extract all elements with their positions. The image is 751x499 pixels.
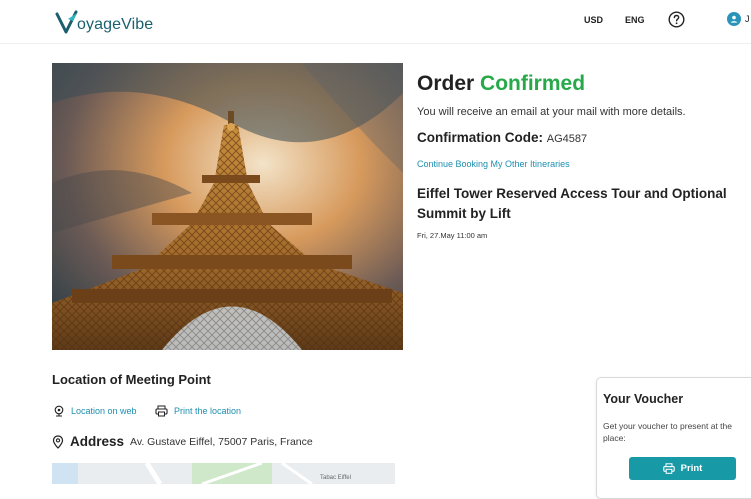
print-voucher-button[interactable]: Print: [629, 457, 736, 480]
webcam-location-icon: [54, 405, 64, 417]
email-info-text: You will receive an email at your mail w…: [417, 106, 686, 118]
order-confirmed-text: Confirmed: [480, 72, 586, 95]
voucher-title: Your Voucher: [603, 392, 684, 406]
tour-title: Eiffel Tower Reserved Access Tour and Op…: [417, 186, 727, 221]
map-label-tabac: Tabac Eiffel: [320, 475, 351, 481]
continue-booking-link[interactable]: Continue Booking My Other Itineraries: [417, 159, 570, 169]
tour-hero-image: [52, 63, 403, 350]
user-menu[interactable]: J: [727, 12, 750, 26]
confirmation-code-value: AG4587: [546, 133, 588, 145]
user-initial: J: [745, 14, 750, 24]
address-label: Address: [70, 434, 125, 449]
print-location-label: Print the location: [174, 406, 242, 416]
help-icon[interactable]: [668, 11, 685, 28]
print-voucher-label: Print: [680, 463, 703, 474]
language-selector[interactable]: ENG: [625, 15, 645, 25]
user-avatar-icon: [727, 12, 741, 26]
confirmation-code-label: Confirmation Code:: [417, 130, 543, 145]
printer-icon: [155, 405, 168, 417]
logo-text: oyageVibe: [77, 16, 154, 33]
logo[interactable]: oyageVibe: [55, 8, 153, 36]
map-pin-icon: [52, 434, 64, 449]
logo-v-icon: [55, 10, 78, 34]
header-divider: [0, 43, 751, 44]
confirmation-code-row: Confirmation Code: AG4587: [417, 130, 587, 145]
address-row: Address Av. Gustave Eiffel, 75007 Paris,…: [52, 434, 313, 449]
order-title-prefix: Order: [417, 72, 481, 95]
print-location-link[interactable]: Print the location: [155, 405, 241, 417]
currency-selector[interactable]: USD: [584, 15, 603, 25]
voucher-description: Get your voucher to present at the place…: [603, 421, 732, 443]
print-icon: [662, 463, 675, 474]
address-value: Av. Gustave Eiffel, 75007 Paris, France: [130, 435, 313, 448]
voucher-card: Your Voucher Get your voucher to present…: [596, 377, 751, 499]
meeting-point-title: Location of Meeting Point: [52, 372, 211, 387]
meeting-map[interactable]: Tabac Eiffel: [52, 463, 395, 484]
location-on-web-link[interactable]: Location on web: [53, 405, 137, 417]
order-title: Order Confirmed: [417, 72, 585, 96]
tour-date: Fri, 27.May 11:00 am: [417, 231, 488, 240]
location-on-web-label: Location on web: [71, 406, 137, 416]
